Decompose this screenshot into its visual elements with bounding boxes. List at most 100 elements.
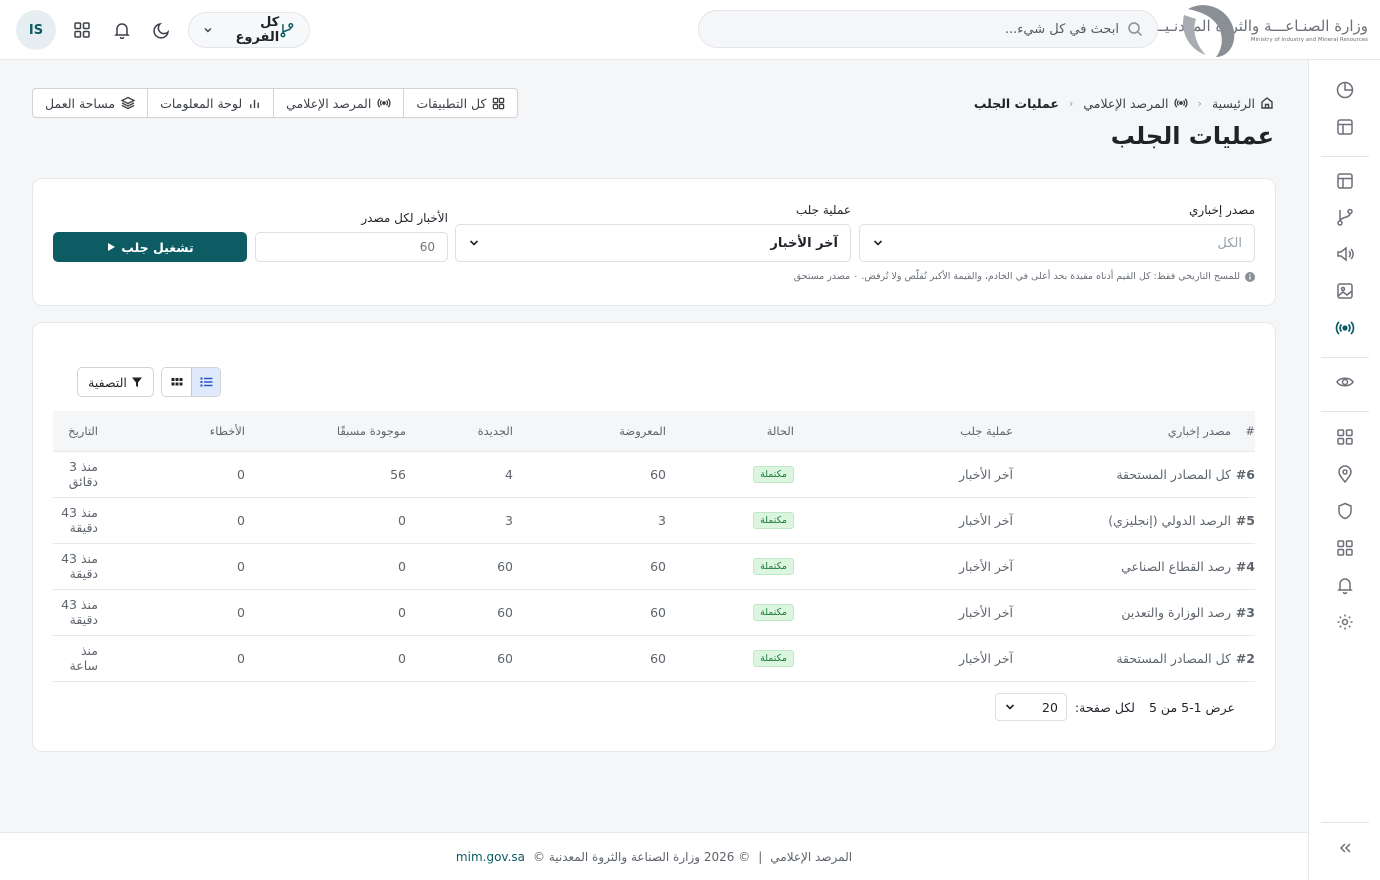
cell-shown: 60 bbox=[513, 451, 666, 498]
run-id-link[interactable]: #2 bbox=[1231, 635, 1255, 682]
ministry-logo[interactable]: وزارة الصنـاعـــة والثروة المعدنـيـــة M… bbox=[1144, 0, 1368, 60]
cell-operation: آخر الأخبار bbox=[794, 451, 1013, 498]
layers-icon bbox=[121, 96, 136, 110]
col-header-source[interactable]: مصدر إخباري bbox=[1013, 411, 1231, 452]
cell-new: 3 bbox=[406, 497, 513, 544]
cell-errors: 0 bbox=[98, 589, 245, 636]
cell-status: مكتملة bbox=[666, 589, 794, 636]
cell-shown: 60 bbox=[513, 635, 666, 682]
col-header-shown[interactable]: المعروضة bbox=[513, 411, 666, 452]
apps-grid-icon bbox=[493, 97, 505, 109]
quicknav-all-apps[interactable]: كل التطبيقات bbox=[403, 89, 517, 117]
footer-copyright: © 2026 وزارة الصناعة والثروة المعدنية © bbox=[533, 849, 751, 864]
filter-button[interactable]: التصفية bbox=[77, 367, 154, 397]
quicknav-workspace[interactable]: مساحة العمل bbox=[33, 89, 147, 117]
run-id-link[interactable]: #6 bbox=[1231, 451, 1255, 498]
info-icon bbox=[1245, 271, 1255, 282]
cell-status: مكتملة bbox=[666, 497, 794, 544]
pie-chart-icon[interactable] bbox=[1335, 80, 1355, 100]
run-fetch-button[interactable]: تشغيل جلب bbox=[53, 232, 247, 262]
cell-status: مكتملة bbox=[666, 451, 794, 498]
table-header-row: # مصدر إخباري عملية جلب الحالة المعروضة … bbox=[53, 411, 1255, 452]
shield-icon[interactable] bbox=[1335, 501, 1355, 521]
branch-selector[interactable]: كل الفروع bbox=[188, 12, 310, 48]
chevron-down-icon bbox=[469, 240, 479, 246]
source-select[interactable]: الكل bbox=[859, 224, 1255, 262]
hint-text: للمسح التاريخي فقط: كل القيم أدناه مقيدة… bbox=[793, 271, 1240, 282]
cell-errors: 0 bbox=[98, 451, 245, 498]
operation-select[interactable]: آخر الأخبار bbox=[455, 224, 851, 262]
eye-icon[interactable] bbox=[1335, 372, 1355, 392]
sidebar-divider bbox=[1321, 156, 1369, 157]
apps-grid-icon bbox=[74, 22, 90, 38]
run-id-link[interactable]: #4 bbox=[1231, 543, 1255, 590]
apps-grid-button[interactable] bbox=[62, 10, 102, 50]
cell-existing: 0 bbox=[245, 589, 406, 636]
breadcrumb-separator-icon: ‹ bbox=[1068, 96, 1074, 110]
header-actions: IS كل الفروع bbox=[16, 10, 310, 50]
cell-date: منذ 43 دقيقة bbox=[53, 543, 98, 590]
apps-grid-icon[interactable] bbox=[1335, 538, 1355, 558]
cell-status: مكتملة bbox=[666, 635, 794, 682]
table-toolbar: التصفية bbox=[77, 367, 221, 397]
operation-select-value: آخر الأخبار bbox=[770, 235, 838, 251]
table-row[interactable]: #5 الرصد الدولي (إنجليزي) آخر الأخبار مك… bbox=[53, 497, 1255, 544]
cell-new: 60 bbox=[406, 589, 513, 636]
run-id-link[interactable]: #5 bbox=[1231, 497, 1255, 544]
table-row[interactable]: #4 رصد القطاع الصناعي آخر الأخبار مكتملة… bbox=[53, 543, 1255, 590]
layout-icon[interactable] bbox=[1335, 117, 1355, 137]
col-header-errors[interactable]: الأخطاء bbox=[98, 411, 245, 452]
col-header-status[interactable]: الحالة bbox=[666, 411, 794, 452]
breadcrumb-observatory[interactable]: المرصد الإعلامي bbox=[1083, 96, 1188, 111]
quicknav-observatory-label: المرصد الإعلامي bbox=[286, 95, 372, 111]
user-avatar[interactable]: IS bbox=[16, 10, 56, 50]
quick-navigation: كل التطبيقات المرصد الإعلامي لوحة المعلو… bbox=[32, 88, 519, 118]
per-page-select[interactable]: 20 bbox=[994, 693, 1067, 721]
run-id-link[interactable]: #3 bbox=[1231, 589, 1255, 636]
col-header-operation[interactable]: عملية جلب bbox=[794, 411, 1013, 452]
table-row[interactable]: #3 رصد الوزارة والتعدين آخر الأخبار مكتم… bbox=[53, 589, 1255, 636]
cell-errors: 0 bbox=[98, 497, 245, 544]
global-search[interactable] bbox=[698, 10, 1158, 48]
table-row[interactable]: #2 كل المصادر المستحقة آخر الأخبار مكتمل… bbox=[53, 635, 1255, 682]
col-header-id[interactable]: # bbox=[1231, 411, 1255, 452]
collapse-sidebar-icon[interactable] bbox=[1335, 838, 1355, 858]
theme-toggle-button[interactable] bbox=[142, 10, 182, 50]
per-source-input[interactable] bbox=[255, 232, 448, 262]
megaphone-icon[interactable] bbox=[1335, 244, 1355, 264]
table-layout-icon[interactable] bbox=[1335, 171, 1355, 191]
grid-view-button[interactable] bbox=[162, 368, 191, 396]
broadcast-icon[interactable] bbox=[1335, 318, 1355, 338]
breadcrumb-home-label: الرئيسية bbox=[1211, 95, 1255, 111]
cell-source: رصد الوزارة والتعدين bbox=[1013, 589, 1231, 636]
view-toggle bbox=[161, 367, 221, 397]
col-header-date[interactable]: التاريخ bbox=[53, 411, 98, 452]
per-page-control: لكل صفحة: 20 bbox=[994, 693, 1135, 721]
search-icon bbox=[1128, 22, 1143, 37]
fetch-form-card: مصدر إخباري الكل عملية جلب آخر الأخبار ا… bbox=[32, 178, 1276, 306]
sidebar-divider bbox=[1321, 411, 1369, 412]
bell-icon[interactable] bbox=[1335, 575, 1355, 595]
apps-grid-icon[interactable] bbox=[1335, 427, 1355, 447]
status-badge: مكتملة bbox=[753, 650, 794, 667]
git-branch-icon[interactable] bbox=[1335, 207, 1355, 227]
col-header-existing[interactable]: موجودة مسبقًا bbox=[245, 411, 406, 452]
gear-icon[interactable] bbox=[1335, 612, 1355, 632]
git-branch-icon bbox=[280, 23, 294, 38]
cell-new: 4 bbox=[406, 451, 513, 498]
table-row[interactable]: #6 كل المصادر المستحقة آخر الأخبار مكتمل… bbox=[53, 451, 1255, 498]
list-view-button[interactable] bbox=[191, 368, 220, 396]
cell-shown: 60 bbox=[513, 543, 666, 590]
image-icon[interactable] bbox=[1335, 281, 1355, 301]
col-header-new[interactable]: الجديدة bbox=[406, 411, 513, 452]
pagination: عرض 1-5 من 5 لكل صفحة: 20 bbox=[994, 693, 1235, 721]
footer-website-link[interactable]: mim.gov.sa bbox=[456, 850, 525, 864]
search-input[interactable] bbox=[713, 21, 1119, 37]
breadcrumb-home[interactable]: الرئيسية bbox=[1212, 96, 1274, 111]
map-pin-icon[interactable] bbox=[1335, 464, 1355, 484]
logo-english-name: Ministry of Industry and Mineral Resourc… bbox=[1250, 36, 1368, 43]
cell-existing: 0 bbox=[245, 635, 406, 682]
quicknav-observatory[interactable]: المرصد الإعلامي bbox=[273, 89, 403, 117]
notifications-button[interactable] bbox=[102, 10, 142, 50]
quicknav-dashboard[interactable]: لوحة المعلومات bbox=[147, 89, 273, 117]
